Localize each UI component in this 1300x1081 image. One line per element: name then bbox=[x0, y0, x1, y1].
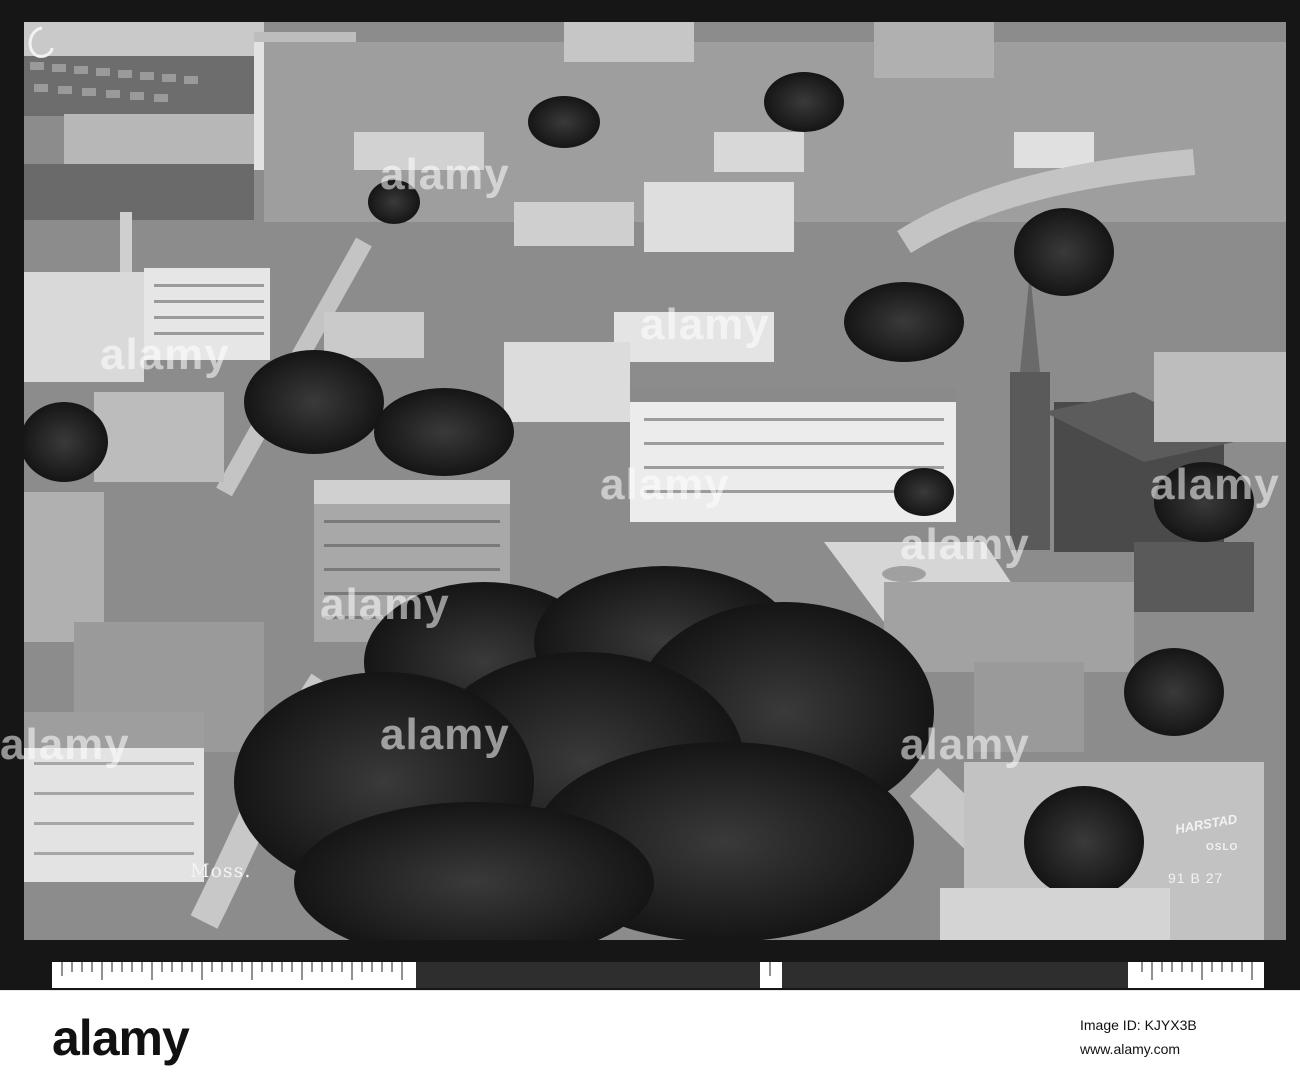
watermark: alamy bbox=[1150, 460, 1280, 509]
publisher-logo-mark bbox=[28, 26, 54, 58]
photo-reference-code: 91 B 27 bbox=[1168, 870, 1224, 886]
watermark: alamy bbox=[380, 710, 510, 759]
apartment-block bbox=[504, 342, 630, 422]
watermark: alamy bbox=[900, 520, 1030, 569]
publisher-city: OSLO bbox=[1206, 842, 1239, 853]
industrial-roof bbox=[64, 114, 254, 164]
watermark: alamy bbox=[600, 460, 730, 509]
watermark: alamy bbox=[320, 580, 450, 629]
scale-ruler bbox=[52, 962, 1264, 988]
site-url[interactable]: www.alamy.com bbox=[1080, 1041, 1180, 1057]
watermark: alamy bbox=[100, 330, 230, 379]
scan-background: Moss. HARSTAD OSLO 91 B 27 alamy alamy a… bbox=[0, 0, 1300, 990]
image-id: Image ID: KJYX3B bbox=[1080, 1017, 1197, 1033]
office-block bbox=[644, 182, 794, 252]
watermark: alamy bbox=[380, 150, 510, 199]
watermark: alamy bbox=[900, 720, 1030, 769]
photo-caption: Moss. bbox=[190, 860, 252, 882]
watermark: alamy bbox=[640, 300, 770, 349]
alamy-logo: alamy bbox=[52, 1010, 190, 1066]
watermark: alamy bbox=[0, 720, 130, 769]
stock-footer: alamy Image ID: KJYX3B www.alamy.com bbox=[0, 990, 1300, 1081]
